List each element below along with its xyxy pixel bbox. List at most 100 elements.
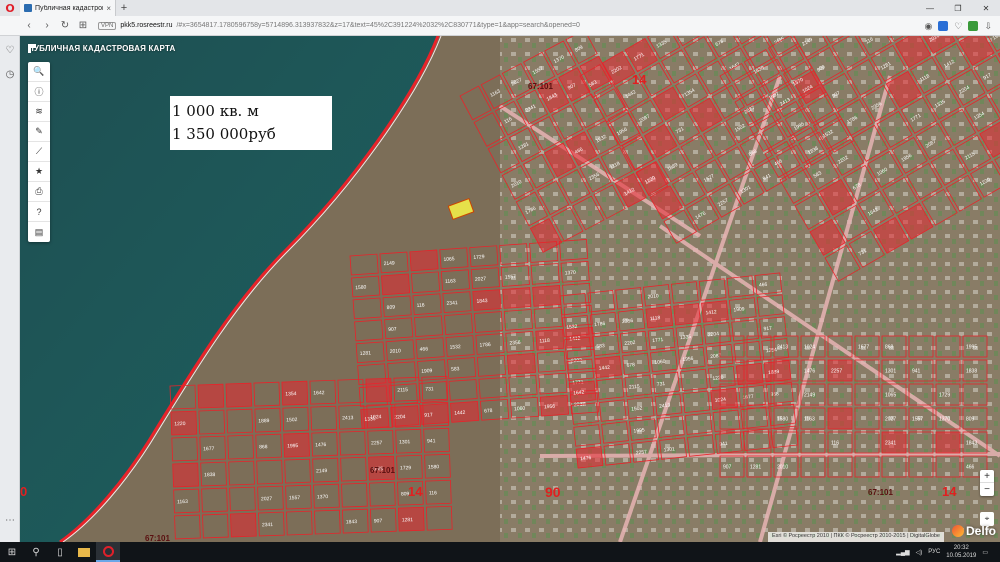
tab-bar: O Публичная кадастровая к × + — ❐ ✕	[0, 0, 1000, 16]
parcel-number: 1838	[966, 369, 977, 375]
parcel-number: 1843	[966, 441, 977, 447]
minimize-button[interactable]: —	[916, 0, 944, 16]
price-text: 1 350 000руб	[172, 125, 276, 143]
url-path: /#x=3654817.1780596758y=5714896.31393783…	[176, 22, 580, 29]
parcel-number: 1118	[650, 315, 661, 322]
parcel-number: 1476	[315, 442, 327, 448]
layers-icon[interactable]: ≋	[28, 102, 50, 122]
task-view-button[interactable]: ▯	[48, 542, 72, 562]
back-button[interactable]: ‹	[22, 19, 36, 33]
more-icon[interactable]: ⋯	[4, 514, 16, 526]
parcel-number: 1281	[750, 465, 761, 471]
parcel-number: 1502	[286, 417, 298, 423]
tab-close-button[interactable]: ×	[106, 4, 111, 13]
parcel-number: 678	[626, 362, 635, 369]
download-icon[interactable]: ⇩	[984, 21, 992, 32]
shield-icon[interactable]	[938, 21, 949, 31]
camera-icon[interactable]: ◉	[925, 21, 933, 32]
parcel-number: 2413	[342, 415, 354, 421]
parcel-number: 1580	[355, 284, 367, 291]
parcel-number: 1370	[939, 417, 950, 423]
zoom-in-button[interactable]: +	[980, 470, 994, 483]
history-icon[interactable]: ◷	[4, 68, 16, 80]
windows-taskbar: ⊞ ⚲ ▯ ▂▄▆ ◁) РУС 20:32 10.05.2019 ▭	[0, 542, 1000, 562]
app-title[interactable]: ПУБЛИЧНАЯ КАДАСТРОВАЯ КАРТА	[28, 44, 176, 53]
land-parcel[interactable]	[409, 249, 439, 272]
clock-time: 20:32	[953, 545, 969, 551]
parcel-number: 2204	[708, 331, 720, 338]
print-icon[interactable]: ⎙	[28, 182, 50, 202]
network-icon[interactable]: ▂▄▆	[896, 549, 909, 556]
land-parcel[interactable]	[673, 303, 701, 326]
info-icon[interactable]: ⓘ	[28, 82, 50, 102]
volume-icon[interactable]: ◁)	[916, 549, 923, 556]
language-indicator[interactable]: РУС	[928, 549, 940, 555]
parcel-number: 1118	[539, 338, 550, 345]
parcel-number: 1677	[203, 446, 215, 452]
land-parcel[interactable]	[225, 382, 253, 408]
search-button[interactable]: ⚲	[24, 542, 48, 562]
land-parcel[interactable]	[827, 407, 853, 430]
legend-icon[interactable]: ▤	[28, 222, 50, 242]
land-parcel[interactable]	[381, 273, 411, 296]
forward-button[interactable]: ›	[40, 19, 54, 33]
parcel-number: 1301	[663, 446, 675, 453]
parcel-number: 2413	[777, 345, 788, 351]
parcel-number: 1909	[733, 306, 745, 313]
notifications-icon[interactable]: ▭	[982, 549, 988, 556]
measure-icon[interactable]: ⟋	[28, 142, 50, 162]
draw-icon[interactable]: ✎	[28, 122, 50, 142]
file-explorer-icon[interactable]	[72, 542, 96, 562]
parcel-number: 809	[966, 417, 975, 423]
land-parcel[interactable]	[935, 431, 961, 454]
search-icon[interactable]: 🔍	[28, 62, 50, 82]
heart-icon[interactable]: ♡	[954, 21, 962, 32]
parcel-number: 1995	[633, 427, 645, 434]
parcel-number: 941	[719, 441, 728, 448]
zoom-out-button[interactable]: −	[980, 483, 994, 496]
land-parcel[interactable]	[197, 383, 225, 409]
parcel-number: 1771	[652, 337, 664, 344]
land-parcel[interactable]	[230, 512, 257, 538]
new-tab-button[interactable]: +	[116, 2, 132, 14]
opera-menu-button[interactable]: O	[0, 0, 20, 16]
extension-icon[interactable]	[968, 21, 979, 31]
maximize-button[interactable]: ❐	[944, 0, 972, 16]
parcel-number: 1060	[654, 359, 666, 366]
url-field[interactable]: VPN pkk5.rosreestr.ru/#x=3654817.1780596…	[94, 19, 854, 33]
land-parcel[interactable]	[532, 285, 562, 307]
reload-button[interactable]: ↻	[58, 19, 72, 33]
parcel-number: 583	[451, 366, 460, 373]
parcel-number: 1281	[360, 350, 372, 357]
parcel-number: 1065	[443, 256, 455, 263]
land-parcel[interactable]	[506, 352, 536, 375]
vpn-badge[interactable]: VPN	[98, 21, 117, 30]
land-parcel[interactable]	[365, 377, 393, 403]
start-button[interactable]: ⊞	[0, 542, 24, 562]
parcel-number: 1281	[402, 517, 414, 523]
map-canvas[interactable]: 1163 2027 1557 1370 809 116 2341 1843 907 1281 201…	[20, 36, 1000, 542]
parcel-number: 1956	[544, 404, 556, 411]
system-tray: ▂▄▆ ◁) РУС 20:32 10.05.2019 ▭	[896, 542, 988, 562]
browser-tab[interactable]: Публичная кадастровая к ×	[20, 0, 116, 16]
price-annotation: 1 000 кв. м 1 350 000руб	[170, 96, 332, 150]
close-window-button[interactable]: ✕	[972, 0, 1000, 16]
land-parcel[interactable]	[735, 362, 764, 386]
cadastral-map[interactable]: 1163 2027 1557 1370 809 116 2341 1843 907 1281 201…	[20, 36, 1000, 542]
parcel-number: 116	[429, 490, 437, 496]
parcel-number: 2341	[885, 441, 896, 447]
land-parcel[interactable]	[172, 462, 199, 488]
opera-taskbar-icon[interactable]	[96, 542, 120, 562]
parcel-number: 2115	[629, 384, 641, 391]
land-parcel[interactable]	[502, 287, 532, 309]
parcel-number: 1301	[399, 439, 411, 445]
heart-icon[interactable]: ♡	[4, 44, 16, 56]
favorites-icon[interactable]: ★	[28, 162, 50, 182]
speed-dial-icon[interactable]: ⊞	[76, 19, 90, 33]
parcel-number: 1909	[421, 368, 433, 375]
parcel-number: 1163	[177, 499, 188, 505]
quarter-number: 14	[632, 72, 647, 87]
parcel-number: 1532	[566, 324, 578, 331]
help-icon[interactable]: ?	[28, 202, 50, 222]
clock[interactable]: 20:32 10.05.2019	[946, 544, 976, 560]
